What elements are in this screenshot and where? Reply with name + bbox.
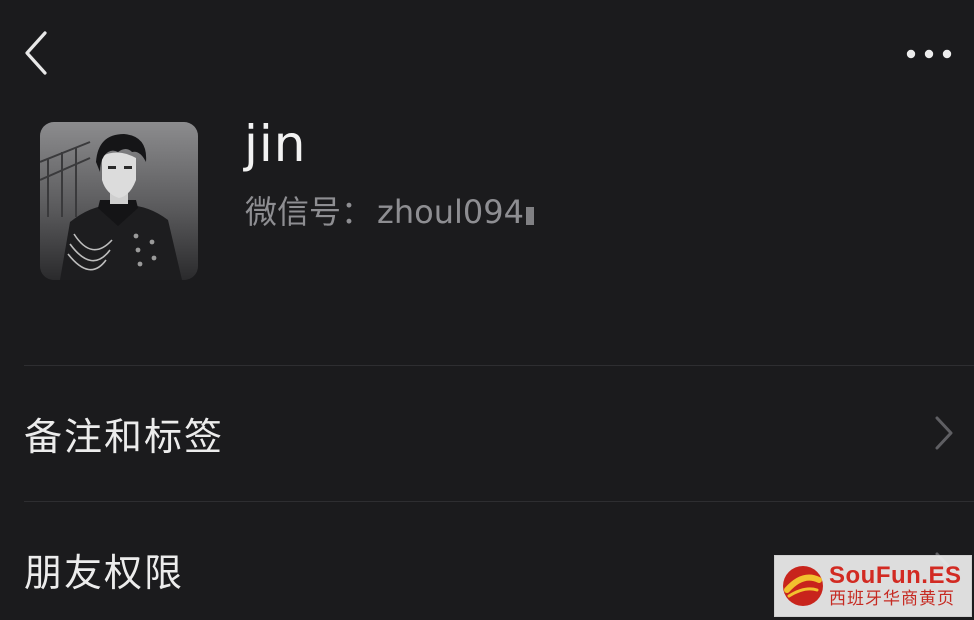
contact-profile-screen: jin 微信号： zhoul094 备注和标签 朋友权限 SouFun.ES 西班… — [0, 0, 974, 620]
watermark-subtitle: 西班牙华商黄页 — [829, 589, 955, 609]
more-horizontal-icon — [906, 49, 952, 59]
soufun-logo-icon — [783, 566, 823, 606]
chevron-right-icon — [935, 416, 953, 450]
avatar-image — [40, 122, 198, 280]
menu-item-remarks-and-tags[interactable]: 备注和标签 — [0, 366, 974, 500]
contact-display-name: jin — [244, 115, 307, 173]
soufun-watermark: SouFun.ES 西班牙华商黄页 — [774, 555, 972, 617]
wechat-id-separator: ： — [341, 193, 374, 231]
menu-item-label: 备注和标签 — [24, 414, 225, 459]
chevron-left-icon — [25, 31, 47, 75]
avatar[interactable] — [40, 122, 198, 280]
wechat-id-value: zhoul094 — [377, 193, 524, 231]
wechat-id-label: 微信号 — [245, 193, 342, 231]
wechat-id-row[interactable]: 微信号： zhoul094 — [245, 190, 534, 234]
back-button[interactable] — [14, 26, 58, 80]
watermark-text: SouFun.ES 西班牙华商黄页 — [829, 564, 962, 608]
selection-cursor — [525, 207, 534, 225]
watermark-brand: SouFun.ES — [829, 562, 962, 589]
menu-item-label: 朋友权限 — [24, 550, 185, 595]
more-options-button[interactable] — [896, 32, 962, 76]
